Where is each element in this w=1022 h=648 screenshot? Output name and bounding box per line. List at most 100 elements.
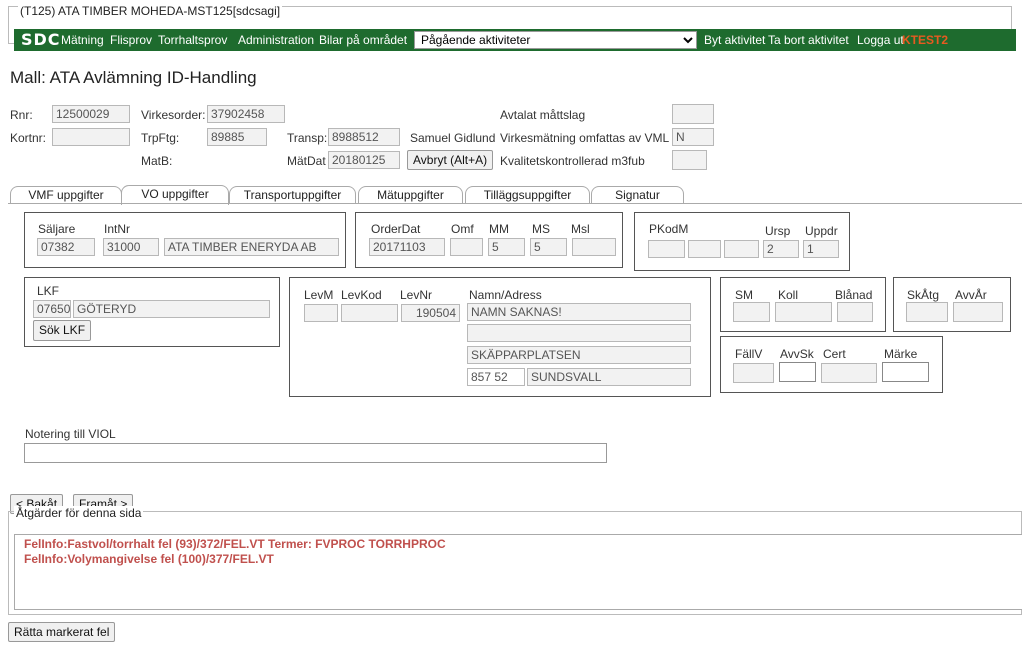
sm-label: SM — [735, 288, 753, 302]
kortnr-field[interactable] — [52, 128, 130, 146]
tab-tillagg[interactable]: Tilläggsuppgifter — [465, 186, 590, 204]
tab-vmf[interactable]: VMF uppgifter — [10, 186, 122, 204]
msl-field[interactable] — [572, 238, 616, 256]
pkodm-field-3[interactable] — [724, 240, 759, 258]
pkodm-field-1[interactable] — [648, 240, 685, 258]
namn-label: Namn/Adress — [469, 288, 542, 302]
blanad-field[interactable] — [837, 302, 873, 322]
pkodm-field-2[interactable] — [688, 240, 721, 258]
levnr-field[interactable]: 190504 — [401, 304, 460, 322]
mm-field[interactable]: 5 — [488, 238, 525, 256]
atgarder-legend: Åtgärder för denna sida — [14, 506, 144, 520]
cert-field[interactable] — [821, 363, 877, 383]
omf-label: Omf — [451, 222, 474, 236]
orderdat-field[interactable]: 20171103 — [369, 238, 445, 256]
ms-label: MS — [532, 222, 550, 236]
namn-line2-field[interactable] — [467, 324, 691, 342]
virkesorder-field[interactable]: 37902458 — [207, 105, 285, 123]
mm-label: MM — [489, 222, 509, 236]
window-legend: (T125) ATA TIMBER MOHEDA-MST125[sdcsagi] — [18, 4, 283, 18]
matdat-field[interactable]: 20180125 — [328, 151, 400, 169]
nav-administration[interactable]: Administration — [238, 33, 314, 47]
avvar-label: AvvÅr — [955, 288, 987, 302]
ursp-label: Ursp — [765, 224, 791, 238]
rnr-label: Rnr: — [10, 108, 33, 122]
rnr-field[interactable]: 12500029 — [52, 105, 130, 123]
levm-label: LevM — [304, 288, 334, 302]
namn-line1-field[interactable]: NAMN SAKNAS! — [467, 303, 691, 321]
nav-ta-bort-aktivitet[interactable]: Ta bort aktivitet — [768, 33, 849, 47]
address-field[interactable]: SKÄPPARPLATSEN — [467, 346, 691, 364]
sok-lkf-button[interactable]: Sök LKF — [33, 320, 92, 341]
avvar-field[interactable] — [953, 302, 1003, 322]
blanad-label: Blånad — [835, 288, 873, 302]
matdat-label: MätDat — [287, 154, 326, 168]
user-name: KTEST2 — [902, 33, 949, 47]
vml-field[interactable]: N — [672, 128, 714, 146]
uppdr-field[interactable]: 1 — [803, 240, 839, 258]
koll-field[interactable] — [775, 302, 832, 322]
nav-logga-ut[interactable]: Logga ut — [857, 33, 904, 47]
nav-torrhaltsprov[interactable]: Torrhaltsprov — [158, 33, 227, 47]
uppdr-label: Uppdr — [805, 224, 838, 238]
nav-bar: SDC Mätning Flisprov Torrhaltsprov Admin… — [14, 29, 1016, 51]
nav-matning[interactable]: Mätning — [61, 33, 104, 47]
intnr-label: IntNr — [104, 222, 131, 236]
tab-signatur[interactable]: Signatur — [591, 186, 684, 204]
skatg-field[interactable] — [906, 302, 948, 322]
levm-field[interactable] — [304, 304, 338, 322]
avtalat-label: Avtalat måttslag — [500, 108, 586, 122]
levkod-field[interactable] — [341, 304, 398, 322]
notering-input[interactable] — [24, 443, 607, 463]
city-field[interactable]: SUNDSVALL — [527, 368, 691, 386]
page-title: Mall: ATA Avlämning ID-Handling — [10, 68, 257, 87]
fallv-label: FällV — [735, 347, 763, 361]
fix-error-button[interactable]: Rätta markerat fel — [8, 622, 116, 642]
notering-label: Notering till VIOL — [25, 427, 116, 441]
virkesorder-label: Virkesorder: — [141, 108, 206, 122]
trpftg-label: TrpFtg: — [141, 131, 180, 145]
avvsk-field[interactable] — [779, 362, 816, 382]
ursp-field[interactable]: 2 — [763, 240, 799, 258]
fallv-field[interactable] — [733, 363, 774, 383]
intnr-field[interactable]: 31000 — [103, 238, 159, 256]
avtalat-field[interactable] — [672, 104, 714, 124]
message-item[interactable]: FelInfo:Volymangivelse fel (100)/377/FEL… — [24, 552, 274, 566]
cert-label: Cert — [823, 347, 846, 361]
saljare-label: Säljare — [38, 222, 76, 236]
avvsk-label: AvvSk — [780, 347, 814, 361]
levkod-label: LevKod — [341, 288, 382, 302]
activity-select[interactable]: Pågående aktiviteter — [414, 31, 697, 49]
nav-byt-aktivitet[interactable]: Byt aktivitet — [704, 33, 765, 47]
transp-name: Samuel Gidlund — [410, 131, 496, 145]
lkf-name-field[interactable]: GÖTERYD — [73, 300, 270, 318]
message-item[interactable]: FelInfo:Fastvol/torrhalt fel (93)/372/FE… — [24, 537, 446, 551]
skatg-label: SkÅtg — [907, 288, 940, 302]
omf-field[interactable] — [450, 238, 483, 256]
saljare-name-field[interactable]: ATA TIMBER ENERYDA AB — [164, 238, 339, 256]
nav-flisprov[interactable]: Flisprov — [110, 33, 152, 47]
sdc-logo: SDC — [21, 30, 61, 49]
nav-bilar[interactable]: Bilar på området — [319, 33, 407, 47]
kortnr-label: Kortnr: — [10, 131, 47, 145]
tab-transport[interactable]: Transportuppgifter — [229, 186, 356, 204]
orderdat-label: OrderDat — [371, 222, 421, 236]
trpftg-field[interactable]: 89885 — [207, 128, 267, 146]
marke-field[interactable] — [882, 362, 929, 382]
kvalitet-field[interactable] — [672, 150, 707, 170]
transp-field[interactable]: 8988512 — [328, 128, 400, 146]
koll-label: Koll — [778, 288, 799, 302]
ms-field[interactable]: 5 — [530, 238, 567, 256]
msl-label: Msl — [571, 222, 590, 236]
avbryt-button[interactable]: Avbryt (Alt+A) — [407, 150, 494, 170]
tab-vo[interactable]: VO uppgifter — [121, 185, 229, 205]
postcode-field[interactable]: 857 52 — [467, 368, 525, 386]
marke-label: Märke — [884, 347, 918, 361]
saljare-field[interactable]: 07382 — [37, 238, 95, 256]
lkf-code-field[interactable]: 076505 — [33, 300, 71, 318]
sm-field[interactable] — [733, 302, 770, 322]
lkf-label: LKF — [37, 284, 60, 298]
tab-matuppgifter[interactable]: Mätuppgifter — [358, 186, 463, 204]
levnr-label: LevNr — [400, 288, 433, 302]
vml-label: Virkesmätning omfattas av VML — [500, 131, 670, 145]
